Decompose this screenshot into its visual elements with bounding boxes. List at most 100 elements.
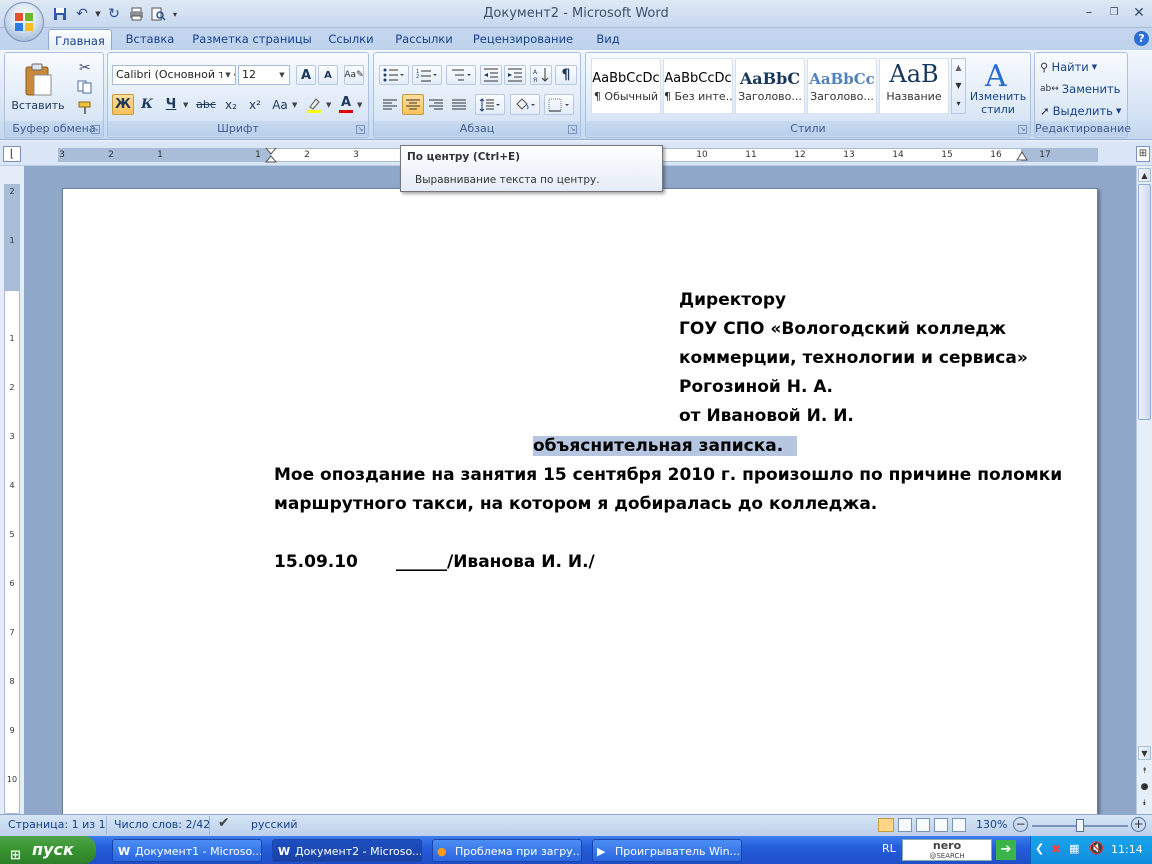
format-painter-icon[interactable]	[77, 101, 93, 118]
copy-icon[interactable]	[77, 80, 93, 97]
case-dropdown-icon[interactable]: ▼	[292, 101, 297, 109]
styles-scroll[interactable]: ▲ ▼ ▾	[951, 58, 966, 114]
line-spacing-button[interactable]	[475, 94, 505, 115]
tray-expand-icon[interactable]: ❮	[1035, 842, 1044, 855]
taskbar-item[interactable]: ● Проблема при загру...	[432, 839, 582, 862]
align-left-button[interactable]	[379, 94, 401, 115]
grow-font-button[interactable]: A	[296, 65, 316, 85]
paragraph-launcher-icon[interactable]: ↘	[568, 125, 577, 134]
numbering-button[interactable]: 12	[412, 65, 442, 85]
zoom-in-icon[interactable]: +	[1131, 817, 1146, 832]
replace-button[interactable]: ab↔ Заменить	[1039, 80, 1121, 98]
clock[interactable]: 11:14	[1111, 843, 1143, 856]
align-right-button[interactable]	[425, 94, 447, 115]
go-arrow-icon[interactable]: ➔	[996, 840, 1016, 860]
full-screen-reading-icon[interactable]	[898, 818, 912, 832]
next-page-icon[interactable]: ⯯	[1138, 796, 1151, 810]
web-layout-icon[interactable]	[916, 818, 930, 832]
office-button[interactable]	[4, 2, 44, 42]
help-icon[interactable]: ?	[1134, 31, 1149, 46]
italic-button[interactable]: К	[136, 94, 158, 115]
font-color-button[interactable]: A	[336, 94, 356, 115]
superscript-button[interactable]: x²	[244, 94, 266, 115]
zoom-slider-thumb[interactable]	[1076, 819, 1084, 832]
change-styles-button[interactable]: A Изменить стили	[968, 56, 1028, 120]
outline-icon[interactable]	[934, 818, 948, 832]
change-case-button[interactable]: Aa	[268, 94, 292, 115]
close-button[interactable]: ✕	[1128, 4, 1150, 22]
tab-home[interactable]: Главная	[48, 29, 112, 51]
multilevel-list-button[interactable]	[446, 65, 476, 85]
taskbar-item[interactable]: ▶ Проигрыватель Win...	[592, 839, 742, 862]
decrease-indent-button[interactable]	[480, 65, 502, 85]
network-icon[interactable]: ▦	[1069, 842, 1079, 855]
indent-marker-icon[interactable]	[265, 148, 277, 164]
scroll-up-icon[interactable]: ▲	[952, 59, 965, 77]
strikethrough-button[interactable]: abc	[194, 94, 218, 115]
spellcheck-icon[interactable]: ✔	[218, 815, 230, 831]
tab-page-layout[interactable]: Разметка страницы	[192, 28, 312, 50]
clear-formatting-button[interactable]: Aa✎	[344, 65, 364, 85]
align-center-button[interactable]	[402, 94, 424, 115]
style-normal[interactable]: AaBbCcDc ¶ Обычный	[591, 58, 661, 114]
language[interactable]: русский	[251, 818, 298, 831]
borders-button[interactable]	[544, 94, 574, 115]
volume-icon[interactable]: 🔇	[1089, 841, 1104, 855]
more-styles-icon[interactable]: ▾	[952, 95, 965, 113]
scroll-down-button[interactable]: ▼	[1138, 746, 1151, 760]
style-heading-1[interactable]: AaBbC Заголово...	[735, 58, 805, 114]
nero-search-box[interactable]: nero @SEARCH	[902, 839, 992, 861]
find-button[interactable]: ⚲ Найти ▼	[1039, 58, 1098, 76]
subscript-button[interactable]: x₂	[220, 94, 242, 115]
justify-button[interactable]	[448, 94, 470, 115]
font-name-combo[interactable]: Calibri (Основной текст)▼	[112, 65, 236, 85]
zoom-out-icon[interactable]: −	[1013, 817, 1028, 832]
page-count[interactable]: Страница: 1 из 1	[8, 818, 106, 831]
sort-button[interactable]: AЯ	[530, 65, 552, 85]
style-no-spacing[interactable]: AaBbCcDc ¶ Без инте...	[663, 58, 733, 114]
right-indent-marker-icon[interactable]	[1016, 150, 1028, 162]
bullets-button[interactable]	[379, 65, 409, 85]
styles-launcher-icon[interactable]: ↘	[1018, 125, 1027, 134]
restore-button[interactable]: ❐	[1103, 4, 1125, 22]
style-title[interactable]: AaB Название	[879, 58, 949, 114]
antivirus-icon[interactable]: ✖	[1051, 842, 1061, 856]
paste-button[interactable]: Вставить	[11, 56, 65, 118]
select-button[interactable]: ➚ Выделить ▼	[1039, 102, 1122, 120]
browse-object-icon[interactable]: ●	[1138, 780, 1151, 794]
underline-dropdown-icon[interactable]: ▼	[183, 101, 188, 109]
view-ruler-icon[interactable]: ⊞	[1136, 146, 1150, 162]
word-count[interactable]: Число слов: 2/42	[114, 818, 210, 831]
show-marks-button[interactable]: ¶	[555, 65, 577, 85]
font-size-combo[interactable]: 12 ▼	[238, 65, 290, 85]
bold-button[interactable]: Ж	[112, 94, 134, 115]
zoom-level[interactable]: 130%	[976, 818, 1007, 831]
taskbar-item[interactable]: W Документ1 - Microso...	[112, 839, 262, 862]
draft-icon[interactable]	[952, 818, 966, 832]
scroll-up-button[interactable]: ▲	[1138, 168, 1151, 182]
highlight-button[interactable]	[302, 94, 326, 115]
previous-page-icon[interactable]: ⯭	[1138, 764, 1151, 778]
document-page[interactable]: Директору ГОУ СПО «Вологодский колледж к…	[62, 188, 1098, 814]
vertical-ruler[interactable]: 2 1 1 2 3 4 5 6 7 8 9 10	[4, 184, 20, 814]
increase-indent-button[interactable]	[504, 65, 526, 85]
clipboard-launcher-icon[interactable]: ↘	[91, 125, 100, 134]
shrink-font-button[interactable]: A	[318, 65, 338, 85]
language-indicator[interactable]: RL	[882, 842, 896, 855]
highlight-dropdown-icon[interactable]: ▼	[326, 101, 331, 109]
taskbar-item-active[interactable]: W Документ2 - Microso...	[272, 839, 422, 862]
tab-review[interactable]: Рецензирование	[468, 28, 578, 50]
tab-mailings[interactable]: Рассылки	[390, 28, 458, 50]
print-layout-icon[interactable]	[878, 818, 894, 832]
tab-selector-button[interactable]: ⌊	[3, 146, 21, 162]
scroll-thumb[interactable]	[1138, 184, 1151, 420]
tab-insert[interactable]: Вставка	[120, 28, 180, 50]
font-launcher-icon[interactable]: ↘	[356, 125, 365, 134]
tab-view[interactable]: Вид	[588, 28, 628, 50]
shading-button[interactable]	[510, 94, 540, 115]
style-heading-2[interactable]: AaBbCc Заголово...	[807, 58, 877, 114]
underline-button[interactable]: Ч	[160, 94, 182, 115]
cut-icon[interactable]: ✂	[79, 60, 91, 76]
minimize-button[interactable]: –	[1078, 4, 1100, 22]
scroll-down-icon[interactable]: ▼	[952, 77, 965, 95]
